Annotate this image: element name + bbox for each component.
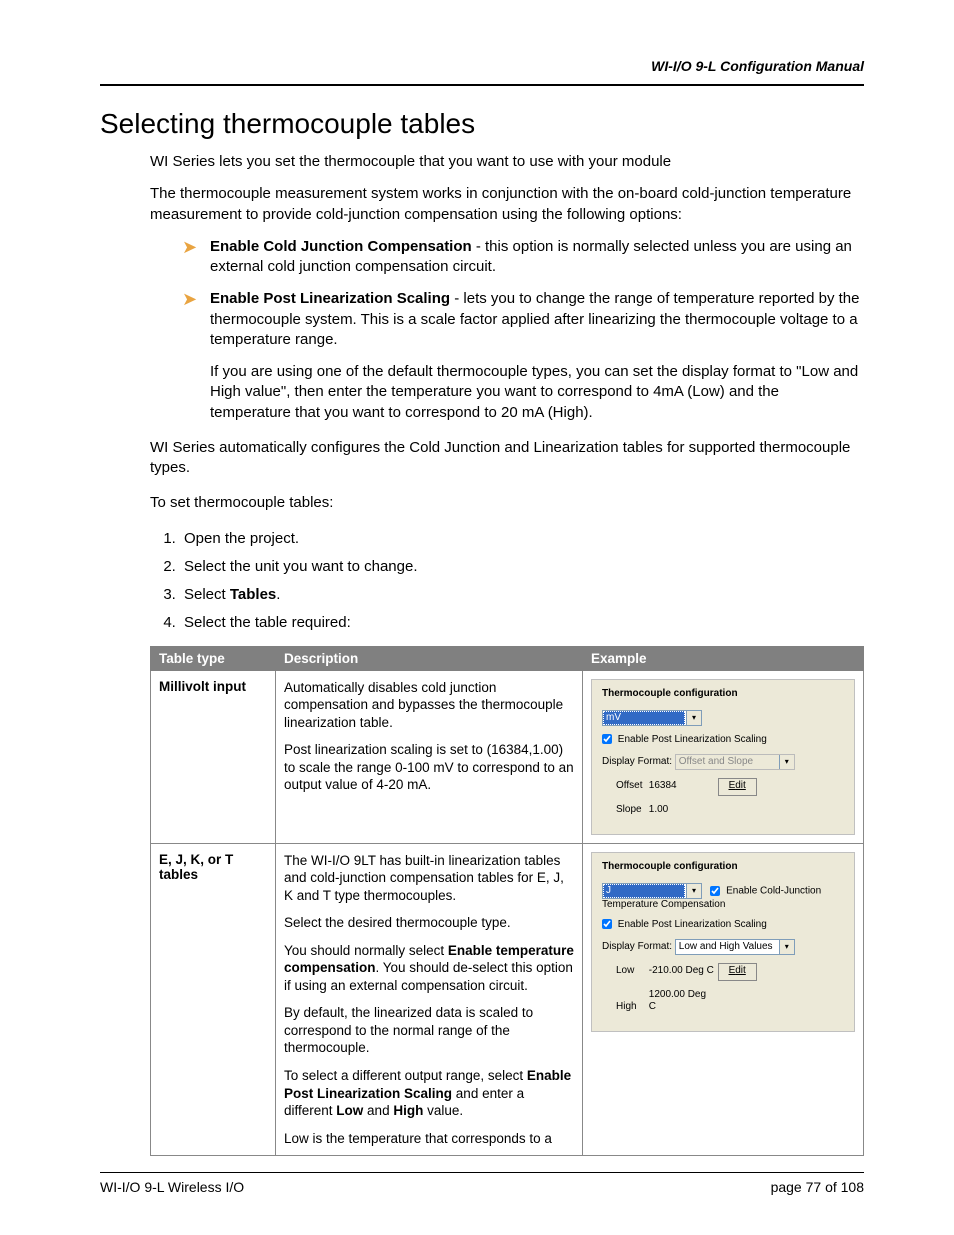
cell-type-ejkt: E, J, K, or T tables: [151, 843, 276, 1156]
enable-post-linearization-label: Enable Post Linearization Scaling: [618, 919, 767, 930]
display-format-label: Display Format:: [602, 941, 672, 953]
example-panel-mv: Thermocouple configuration mV ▾ Enable P…: [591, 679, 855, 835]
chevron-down-icon: ▾: [779, 755, 794, 769]
cell-desc-ejkt: The WI-I/O 9LT has built-in linearizatio…: [276, 843, 583, 1156]
enable-cold-junction-checkbox[interactable]: [710, 886, 720, 896]
display-format-label: Display Format:: [602, 756, 672, 768]
table-row: E, J, K, or T tables The WI-I/O 9LT has …: [151, 843, 864, 1156]
steps-list: Open the project. Select the unit you wa…: [150, 529, 864, 634]
header-rule: [100, 84, 864, 86]
footer-left: WI-I/O 9-L Wireless I/O: [100, 1179, 244, 1195]
step-1: Open the project.: [180, 529, 864, 549]
bullet-cold-junction: ➤ Enable Cold Junction Compensation - th…: [150, 237, 864, 278]
thermocouple-type-combo[interactable]: mV ▾: [602, 710, 702, 726]
high-value: 1200.00 Deg C: [649, 989, 715, 1013]
enable-post-linearization-checkbox[interactable]: [602, 734, 612, 744]
offset-value: 16384: [649, 780, 715, 792]
footer-right: page 77 of 108: [771, 1179, 864, 1195]
chevron-down-icon: ▾: [779, 940, 794, 954]
cell-example-ejkt: Thermocouple configuration J ▾ Enable Co…: [583, 843, 864, 1156]
th-table-type: Table type: [151, 646, 276, 670]
slope-value: 1.00: [649, 804, 715, 816]
bullet-post-linearization-bold: Enable Post Linearization Scaling: [210, 290, 450, 307]
cell-example-mv: Thermocouple configuration mV ▾ Enable P…: [583, 670, 864, 843]
enable-post-linearization-label: Enable Post Linearization Scaling: [618, 734, 767, 745]
arrow-icon: ➤: [182, 238, 197, 256]
after-p2: To set thermocouple tables:: [150, 493, 864, 513]
thermocouple-table: Table type Description Example Millivolt…: [150, 646, 864, 1157]
display-format-combo[interactable]: Low and High Values ▾: [675, 939, 795, 955]
low-value: -210.00 Deg C: [649, 965, 715, 977]
display-format-combo[interactable]: Offset and Slope ▾: [675, 754, 795, 770]
bullet-post-linearization-p2: If you are using one of the default ther…: [210, 362, 864, 423]
cell-type-mv: Millivolt input: [151, 670, 276, 843]
after-p1: WI Series automatically configures the C…: [150, 438, 864, 479]
section-title: Selecting thermocouple tables: [100, 108, 864, 140]
chevron-down-icon: ▾: [686, 884, 701, 898]
th-description: Description: [276, 646, 583, 670]
edit-button[interactable]: Edit: [718, 963, 757, 981]
thermocouple-type-combo[interactable]: J ▾: [602, 883, 702, 899]
step-3: Select Tables.: [180, 585, 864, 605]
offset-label: Offset: [616, 780, 646, 792]
step-4: Select the table required:: [180, 613, 864, 633]
step-2: Select the unit you want to change.: [180, 557, 864, 577]
example-ejkt-title: Thermocouple configuration: [602, 861, 844, 873]
th-example: Example: [583, 646, 864, 670]
high-label: High: [616, 1001, 646, 1013]
slope-label: Slope: [616, 804, 646, 816]
low-label: Low: [616, 965, 646, 977]
example-mv-title: Thermocouple configuration: [602, 688, 844, 700]
bullet-cold-junction-bold: Enable Cold Junction Compensation: [210, 238, 472, 255]
cell-desc-mv: Automatically disables cold junction com…: [276, 670, 583, 843]
enable-post-linearization-checkbox[interactable]: [602, 919, 612, 929]
page-footer: WI-I/O 9-L Wireless I/O page 77 of 108: [100, 1172, 864, 1195]
edit-button[interactable]: Edit: [718, 778, 757, 796]
table-row: Millivolt input Automatically disables c…: [151, 670, 864, 843]
intro-p1: WI Series lets you set the thermocouple …: [150, 152, 864, 172]
example-panel-ejkt: Thermocouple configuration J ▾ Enable Co…: [591, 852, 855, 1032]
bullet-post-linearization: ➤ Enable Post Linearization Scaling - le…: [150, 289, 864, 423]
intro-p2: The thermocouple measurement system work…: [150, 184, 864, 225]
chevron-down-icon: ▾: [686, 711, 701, 725]
arrow-icon: ➤: [182, 290, 197, 308]
running-header: WI-I/O 9-L Configuration Manual: [100, 58, 864, 74]
